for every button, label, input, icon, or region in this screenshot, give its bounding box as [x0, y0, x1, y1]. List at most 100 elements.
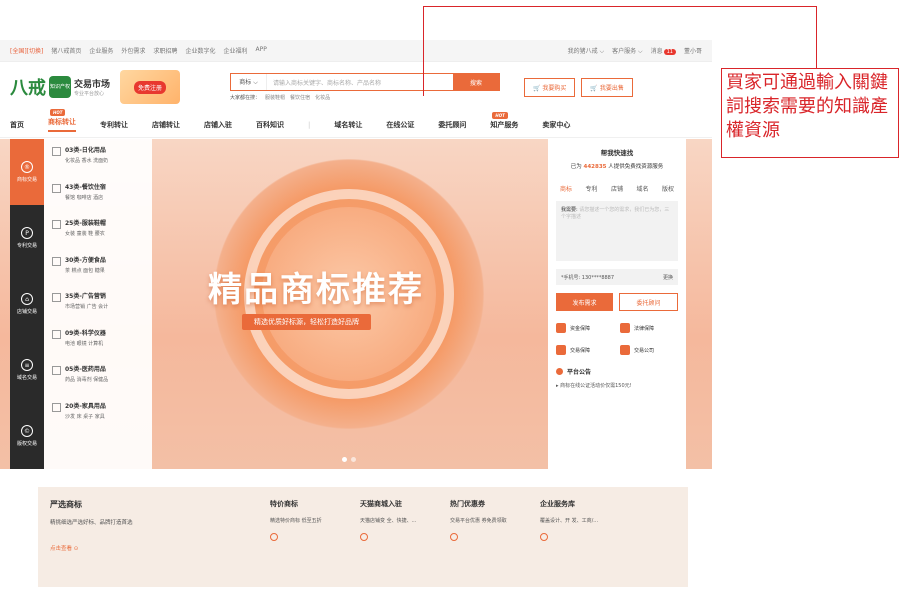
top-link[interactable]: APP: [255, 46, 266, 55]
trade-guarantee-icon: [556, 345, 566, 355]
hero-banner[interactable]: 精品商标推荐 精选优质好标源，轻松打造好品牌: [152, 139, 546, 469]
messages-label: 消息: [650, 48, 663, 55]
notice-title: 平台公告: [567, 369, 592, 376]
tab-patent[interactable]: 专利: [585, 184, 597, 193]
feature-cards: 严选商标 精挑细选严选好标、品牌打造首选 点击查看 ⊙ 特价商标 精选特价商标 …: [38, 487, 688, 587]
buy-button[interactable]: 🛒 我要购买: [524, 77, 576, 97]
top-link[interactable]: 企业服务: [89, 46, 113, 55]
category-icon: [52, 366, 61, 375]
sidebar-item-trademark[interactable]: ® 商标交易: [10, 139, 44, 205]
card-desc: 覆盖设计、开 发、工商/...: [540, 518, 599, 524]
tab-trademark[interactable]: 商标: [560, 184, 572, 193]
tab-domain[interactable]: 域名: [636, 184, 648, 193]
guarantee-label: 交易公司: [634, 347, 655, 354]
promo-banner[interactable]: 免费注册: [120, 70, 181, 104]
nav-home[interactable]: 首页: [10, 120, 24, 130]
guarantee-item[interactable]: 交易保障: [556, 345, 614, 355]
arrow-circle-icon: [270, 533, 278, 541]
platform-notice: 平台公告 ▸ 商标在线公证活动价仅需150元!: [556, 367, 678, 389]
nav-notary[interactable]: 在线公证: [386, 120, 414, 130]
top-link[interactable]: 企业数字化: [185, 46, 215, 55]
top-link[interactable]: 企业福利: [223, 46, 247, 55]
category-sub: 电池 眼镜 计算机: [65, 340, 104, 347]
card-title: 天猫商城入驻: [360, 500, 402, 508]
hot-item[interactable]: 化妆品: [315, 94, 330, 101]
card-special-trademark[interactable]: 特价商标 精选特价商标 低至五折: [270, 499, 340, 575]
nav-domain-transfer[interactable]: 域名转让: [334, 120, 362, 130]
tab-shop[interactable]: 店铺: [611, 184, 623, 193]
category-item[interactable]: 30类-方便食品茶 糕点 面包 糖果: [52, 255, 144, 292]
callout-line-horizontal: [423, 6, 817, 7]
sell-button[interactable]: 🛒 我要出售: [581, 77, 633, 97]
sidebar-item-copyright[interactable]: © 版权交易: [10, 403, 44, 469]
nav-trademark-transfer[interactable]: HOT 商标转让: [48, 109, 76, 132]
category-item[interactable]: 20类-家具用品 沙发 床 桌子 家具: [52, 401, 144, 438]
category-item[interactable]: 05类-医药用品 药品 消毒剂 保健品: [52, 364, 144, 401]
search-input[interactable]: 请输入商标关键字、商标名称、产品名称: [267, 74, 453, 90]
top-link[interactable]: 外包需求: [121, 46, 145, 55]
hot-tag: HOT: [492, 111, 508, 119]
carousel-dot[interactable]: [351, 457, 356, 462]
category-item[interactable]: 09类-科学仪器 电池 眼镜 计算机: [52, 328, 144, 365]
category-item[interactable]: 35类-广告营销 市场营销 广告 会计: [52, 291, 144, 328]
arrow-circle-icon: [450, 533, 458, 541]
logo-badge: 知识产权: [49, 76, 71, 98]
category-list: 03类-日化用品 化妆品 香水 洗面奶 43类-餐饮住宿 餐馆 咖啡店 酒店 25类…: [44, 139, 152, 469]
category-item[interactable]: 03类-日化用品 化妆品 香水 洗面奶: [52, 145, 144, 182]
nav-patent-transfer[interactable]: 专利转让: [100, 120, 128, 130]
search-category-select[interactable]: 商标 ⌵: [231, 74, 268, 90]
main-nav: 首页 HOT 商标转让 专利转让 店铺转让 店铺入驻 百科知识 | 域名转让 在线…: [0, 109, 712, 138]
card-enterprise-service[interactable]: 企业服务库 覆盖设计、开 发、工商/...: [540, 499, 610, 575]
nav-shop-join[interactable]: 店铺入驻: [204, 120, 232, 130]
guarantee-item[interactable]: 资金保障: [556, 323, 614, 333]
hot-item[interactable]: 餐饮住宿: [290, 94, 310, 101]
top-link[interactable]: 求职招聘: [153, 46, 177, 55]
customer-service-menu[interactable]: 客户服务 ⌵: [612, 46, 642, 56]
buy-label: 我要购买: [542, 84, 567, 92]
sidebar-item-shop[interactable]: ⌂ 店铺交易: [10, 271, 44, 337]
sidebar-item-patent[interactable]: P 专利交易: [10, 205, 44, 271]
quick-find-stats: 已为 442835 人提供免费找资源服务: [556, 162, 678, 170]
nav-consultant[interactable]: 委托顾问: [438, 120, 466, 130]
view-more-link[interactable]: 点击查看 ⊙: [50, 544, 250, 552]
category-item[interactable]: 43类-餐饮住宿 餐馆 咖啡店 酒店: [52, 182, 144, 219]
card-tmall-join[interactable]: 天猫商城入驻 天猫店铺变 全、快捷、...: [360, 499, 430, 575]
hot-label: 大家都在搜：: [230, 95, 261, 101]
top-link[interactable]: 猪八戒首页: [51, 46, 81, 55]
user-name[interactable]: 董小哥: [684, 46, 702, 55]
category-sub: 药品 消毒剂 保健品: [65, 377, 109, 383]
search-button[interactable]: 搜索: [453, 74, 500, 90]
annotation-callout: 買家可通過輸入關鍵詞搜索需要的知識產權資源: [721, 68, 899, 158]
card-coupons[interactable]: 热门优惠券 交易平台优惠 券免费领取: [450, 499, 520, 575]
card-title: 企业服务库: [540, 500, 575, 508]
notice-item[interactable]: ▸ 商标在线公证活动价仅需150元!: [556, 382, 678, 389]
category-icon: [52, 220, 61, 229]
change-phone-link[interactable]: 更换: [663, 274, 673, 281]
sidebar-label: 店铺交易: [16, 309, 37, 315]
need-placeholder: 请您描述一个您的需求，我们已为您，三个字描述: [561, 207, 670, 220]
hot-item[interactable]: 服装鞋帽: [265, 94, 285, 101]
guarantee-item[interactable]: 交易公司: [620, 345, 678, 355]
publish-need-button[interactable]: 发布需求: [556, 293, 613, 311]
my-account-menu[interactable]: 我的猪八戒 ⌵: [568, 46, 604, 56]
site-logo[interactable]: 八戒 知识产权 交易市场 专业平台放心: [10, 74, 110, 100]
entrust-consultant-button[interactable]: 委托顾问: [619, 293, 678, 311]
category-sub: 市场营销 广告 会计: [65, 304, 109, 310]
need-textarea[interactable]: 我需要: 请您描述一个您的需求，我们已为您，三个字描述: [556, 201, 678, 261]
nav-seller-center[interactable]: 卖家中心: [542, 120, 570, 130]
guarantee-item[interactable]: 法律保障: [620, 323, 678, 333]
banner-subtitle: 精选优质好标源，轻松打造好品牌: [242, 314, 371, 330]
category-item[interactable]: 25类-服装鞋帽 女装 童装 鞋 腰农: [52, 218, 144, 255]
nav-ip-service[interactable]: HOT 知产服务: [490, 111, 518, 130]
nav-shop-transfer[interactable]: 店铺转让: [152, 120, 180, 130]
carousel-dot[interactable]: [342, 457, 347, 462]
city-switch[interactable]: [全国][切换]: [10, 46, 43, 55]
category-title: 09类-科学仪器: [65, 329, 106, 337]
tab-copyright[interactable]: 版权: [662, 184, 674, 193]
card-selected-trademark[interactable]: 严选商标 精挑细选严选好标、品牌打造首选 点击查看 ⊙: [50, 499, 250, 575]
phone-field[interactable]: *手机号: 130****8887 更换: [556, 269, 678, 285]
category-title: 20类-家具用品: [65, 402, 106, 410]
messages-link[interactable]: 消息 11: [651, 46, 676, 55]
nav-encyclopedia[interactable]: 百科知识: [256, 120, 284, 130]
sidebar-item-domain[interactable]: ≡ 域名交易: [10, 337, 44, 403]
